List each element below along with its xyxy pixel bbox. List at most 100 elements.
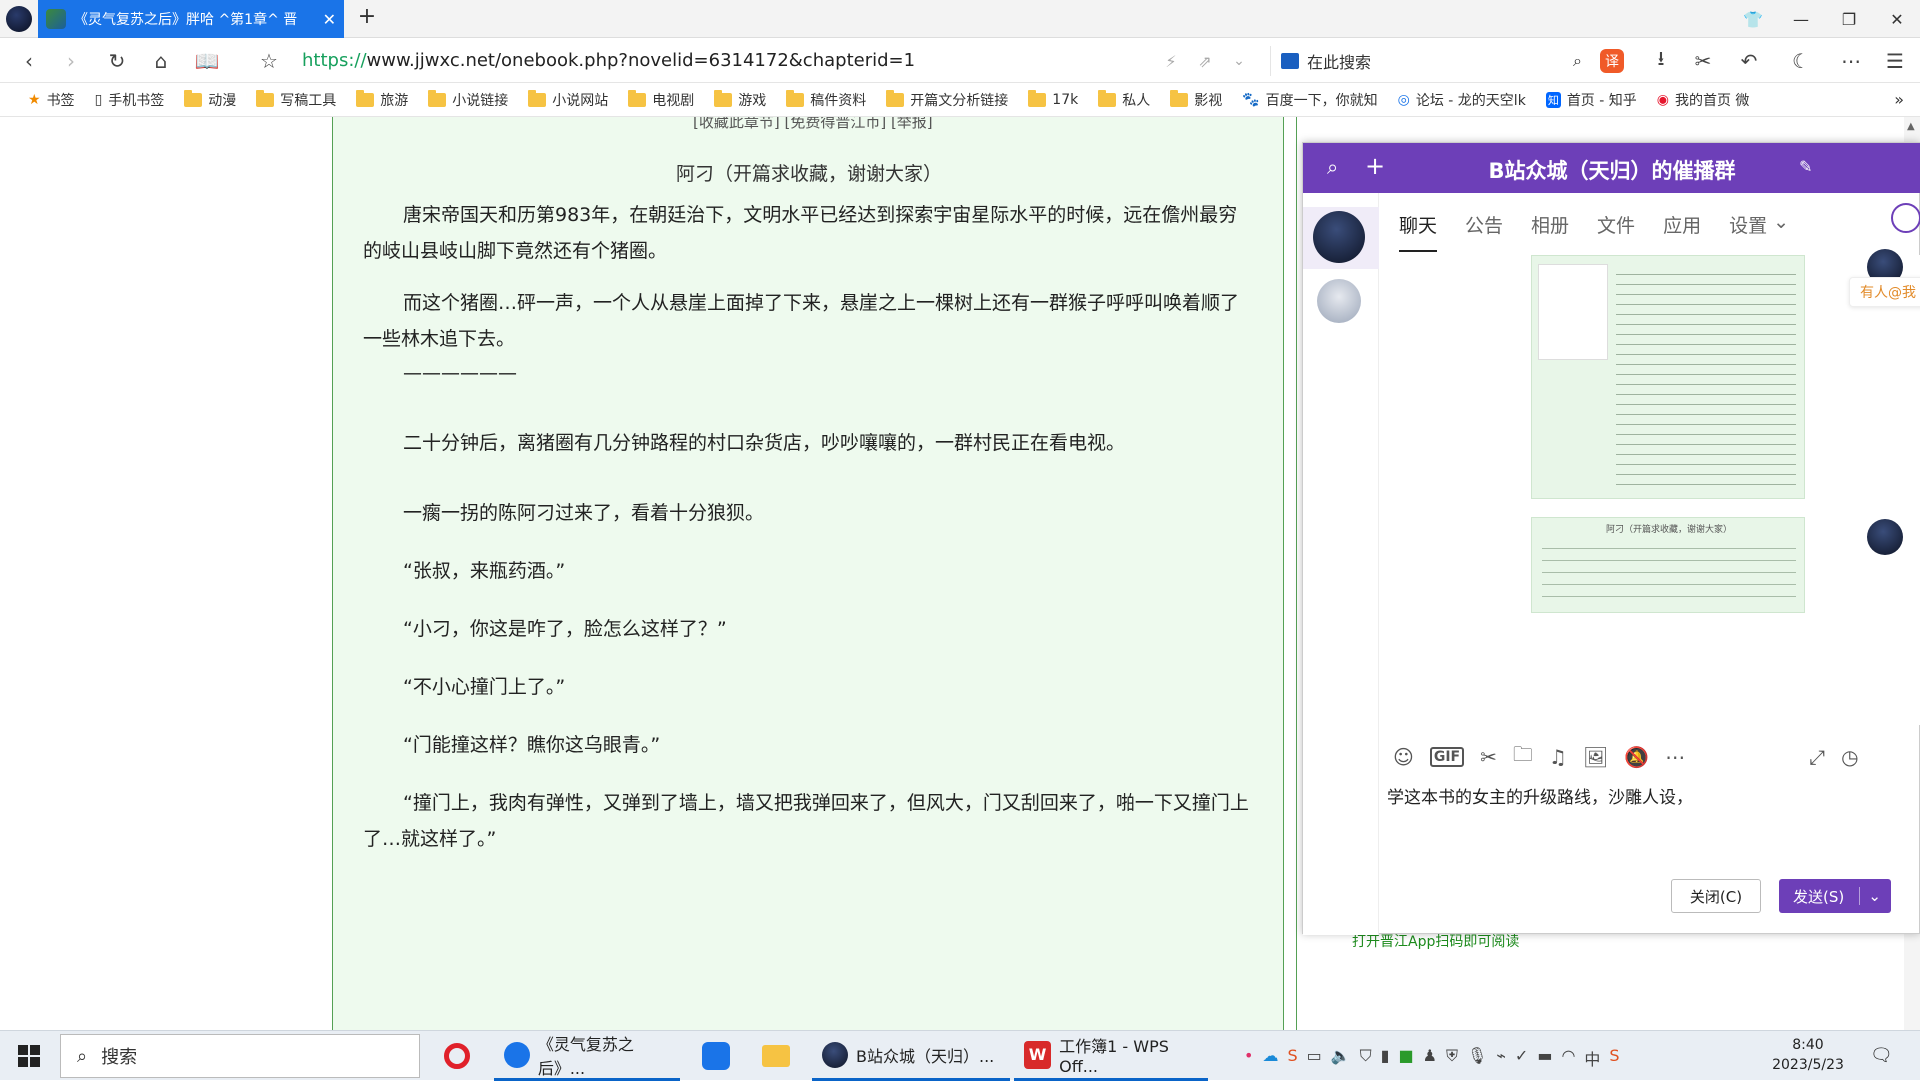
wps-tray-icon[interactable]: S [1287,1046,1297,1070]
file-explorer-icon[interactable] [752,1031,790,1081]
folder-icon[interactable]: 🗀 [1513,740,1533,774]
taskbar-wps[interactable]: W 工作簿1 - WPS Off... [1014,1031,1208,1081]
shirt-icon[interactable]: 👕 [1738,6,1768,32]
clock[interactable]: 8:40 2023/5/23 [1758,1035,1858,1075]
image-message-screenshot[interactable] [1531,255,1805,499]
bookmark-item[interactable]: ▯ 手机书签 [85,90,175,110]
chat-tab[interactable]: 文件 [1597,211,1635,252]
undo-icon[interactable]: ↶ [1734,46,1764,76]
chevron-down-icon[interactable]: ⌄ [1224,46,1254,76]
tray-dot-icon[interactable]: • [1244,1046,1253,1070]
bookmark-item[interactable]: ◎ 论坛 - 龙的天空lk [1388,90,1536,110]
bookmark-item[interactable]: 🐾 百度一下，你就知 [1232,90,1387,110]
bookmark-item[interactable]: 小说链接 [418,89,518,110]
bookmark-item[interactable]: 写稿工具 [246,89,346,110]
reload-icon[interactable]: ↻ [102,46,132,76]
call-icon[interactable] [1891,203,1920,233]
bookmark-item[interactable]: 电视剧 [618,89,704,110]
bookmark-item[interactable]: 旅游 [346,89,418,110]
search-input[interactable]: 在此搜索 [1307,49,1565,73]
forward-icon[interactable]: › [56,46,86,76]
tray-check-icon[interactable]: ✓ [1515,1046,1528,1070]
share-icon[interactable]: ⇗ [1190,46,1220,76]
bookmark-item[interactable]: 动漫 [174,89,246,110]
battery-icon[interactable]: ▬ [1537,1046,1552,1070]
chat-tab[interactable]: 聊天 [1399,211,1438,252]
bookmark-item[interactable]: 影视 [1160,89,1232,110]
sender-avatar-2[interactable] [1867,519,1903,555]
image-icon[interactable]: 🖼 [1583,745,1608,769]
group-avatar[interactable] [1313,211,1365,263]
expand-icon[interactable]: ⤢ [1809,745,1825,769]
bookmark-item[interactable]: 稿件资料 [776,89,876,110]
search-icon[interactable]: ⌕ [1573,51,1590,71]
bookmark-item[interactable]: 游戏 [704,89,776,110]
edit-icon[interactable]: ✎ [1799,157,1812,176]
bell-off-icon[interactable]: 🔕 [1624,745,1649,769]
chapter-links[interactable]: [收藏此章节] [免费得晋江币] [举报] [693,117,933,132]
taskbar-chat[interactable]: B站众城（天归）... [812,1031,1010,1081]
bookmark-item[interactable]: ★ 书签 [18,90,85,110]
scissors-icon[interactable]: ✂ [1480,745,1497,769]
image-message-chapter[interactable]: 阿刁（开篇求收藏，谢谢大家） [1531,517,1805,613]
tray-app-icon[interactable]: ▭ [1307,1046,1322,1070]
contact-avatar[interactable] [1317,279,1361,323]
bookmark-item[interactable]: 开篇文分析链接 [876,89,1018,110]
star-icon[interactable]: ☆ [254,46,284,76]
ime-icon[interactable]: 中 [1584,1046,1600,1070]
taskbar-browser[interactable]: 《灵气复苏之后》... [494,1031,680,1081]
home-icon[interactable]: ⌂ [146,46,176,76]
tray-box-icon[interactable]: ▮ [1381,1046,1390,1070]
search-box[interactable]: 在此搜索 ⌕ [1270,46,1590,76]
address-bar[interactable]: https://www.jjwxc.net/onebook.php?noveli… [302,48,1252,74]
profile-avatar[interactable] [6,6,32,32]
taskbar-search[interactable]: ⌕ 搜索 [60,1034,420,1078]
gif-icon[interactable]: GIF [1429,747,1465,767]
opera-icon[interactable] [434,1031,470,1081]
lightning-icon[interactable]: ⚡ [1156,46,1186,76]
download-icon[interactable]: ⭳ [1646,46,1676,76]
windows-start-icon[interactable] [18,1045,40,1067]
menu-icon[interactable]: ☰ [1880,46,1910,76]
chat-tab[interactable]: 相册 [1531,211,1569,252]
minimize-icon[interactable]: — [1786,6,1816,32]
more-icon[interactable]: ⋯ [1665,745,1685,769]
chat-tab[interactable]: 公告 [1465,211,1503,252]
chat-tab[interactable]: 应用 [1663,211,1701,252]
notification-icon[interactable]: 🗨 [1870,1045,1893,1066]
scroll-up-icon[interactable]: ▲ [1907,121,1915,132]
bookmark-item[interactable]: ◉ 我的首页 微 [1647,90,1760,110]
wifi-icon[interactable]: ◠ [1561,1046,1575,1070]
qq-icon[interactable]: ♟ [1423,1046,1437,1070]
bookmark-item[interactable]: 17k [1018,89,1088,108]
music-icon[interactable]: ♫ [1549,745,1567,769]
tab-active[interactable]: 《灵气复苏之后》胖哈 ^第1章^ 晋 ✕ [38,0,344,38]
emoji-icon[interactable]: ☺ [1393,745,1414,769]
scissors-icon[interactable]: ✂ [1688,46,1718,76]
translate-icon[interactable]: 译 [1600,49,1624,73]
tab-close-icon[interactable]: ✕ [323,10,336,29]
nvidia-icon[interactable]: ■ [1398,1046,1413,1070]
back-icon[interactable]: ‹ [14,46,44,76]
reader-icon[interactable]: 📖 [192,46,222,76]
history-icon[interactable]: ◷ [1841,745,1858,769]
message-input[interactable]: 学这本书的女主的升级路线，沙雕人设， [1387,783,1693,808]
bookmark-item[interactable]: 小说网站 [518,89,618,110]
send-options-chevron-icon[interactable]: ⌄ [1859,887,1881,905]
send-button[interactable]: 发送(S) ⌄ [1779,879,1891,913]
security-icon[interactable]: ⛨ [1446,1046,1458,1070]
ime-s-icon[interactable]: S [1609,1046,1619,1070]
close-button[interactable]: 关闭(C) [1671,879,1761,913]
tray-shield-icon[interactable]: ⛉ [1360,1046,1372,1070]
new-tab-button[interactable]: + [354,4,380,32]
at-me-notice[interactable]: 有人@我 ⌃ [1849,277,1920,307]
night-mode-icon[interactable]: ☾ [1786,46,1816,76]
microphone-icon[interactable]: 🎙 [1467,1046,1487,1070]
notes-icon[interactable] [692,1031,730,1081]
bluetooth-icon[interactable]: ⌁ [1496,1046,1506,1070]
chevron-down-icon[interactable]: ⌄ [1773,211,1789,252]
more-icon[interactable]: ⋯ [1836,46,1866,76]
restore-icon[interactable]: ❐ [1834,6,1864,32]
chat-tab[interactable]: 设置 [1729,211,1767,252]
bookmarks-overflow-icon[interactable]: » [1894,90,1904,109]
